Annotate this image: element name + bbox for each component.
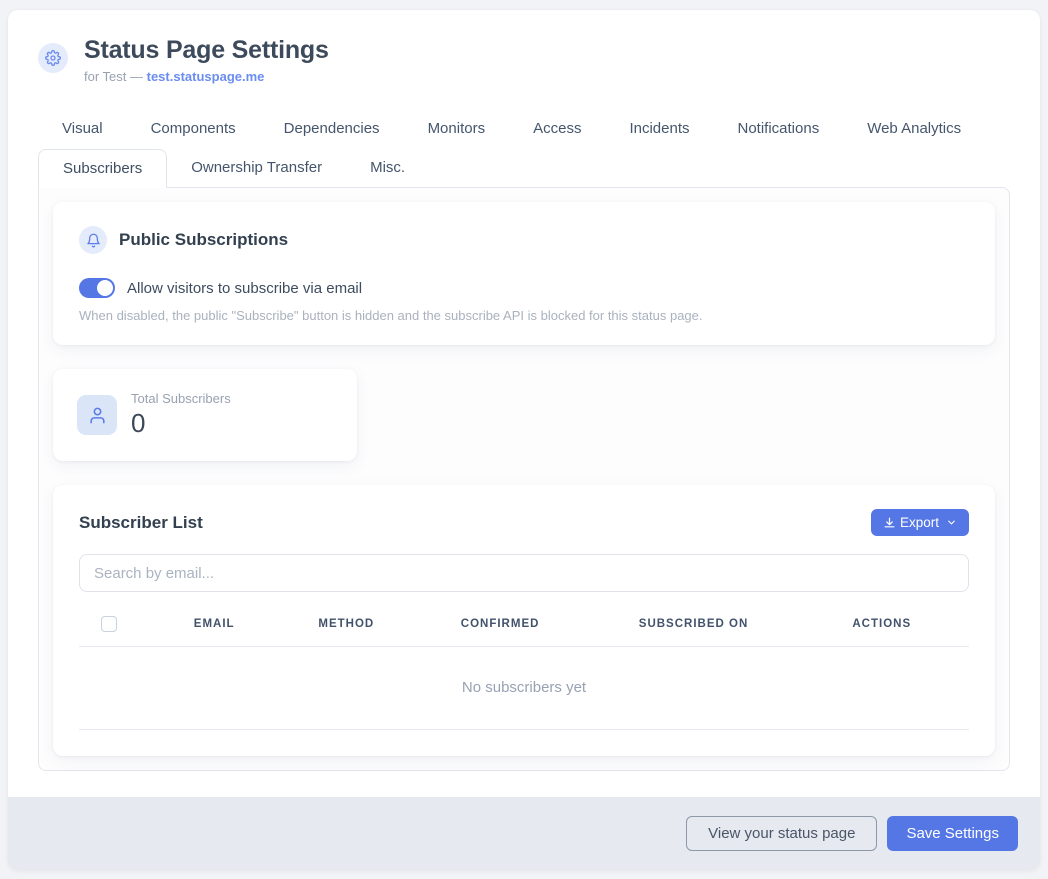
empty-state-message: No subscribers yet [79, 647, 969, 730]
subscribe-toggle-row: Allow visitors to subscribe via email [79, 278, 969, 298]
user-icon [77, 395, 117, 435]
gear-icon [38, 43, 68, 73]
tabs-row-2: Subscribers Ownership Transfer Misc. [38, 149, 1010, 187]
col-header-method: METHOD [310, 602, 452, 647]
download-icon [883, 516, 896, 529]
total-subscribers-text: Total Subscribers 0 [131, 391, 231, 439]
search-input[interactable] [79, 554, 969, 592]
tab-web-analytics[interactable]: Web Analytics [843, 110, 985, 147]
public-subscriptions-card: Public Subscriptions Allow visitors to s… [53, 202, 995, 345]
tab-misc[interactable]: Misc. [346, 149, 429, 187]
page-subtitle: for Test — test.statuspage.me [84, 69, 329, 84]
public-subscriptions-title: Public Subscriptions [119, 230, 288, 250]
subscribers-table: EMAIL METHOD CONFIRMED SUBSCRIBED ON ACT… [79, 602, 969, 730]
bell-icon [79, 226, 107, 254]
empty-state-row: No subscribers yet [79, 647, 969, 730]
subscribers-tab-panel: Public Subscriptions Allow visitors to s… [38, 187, 1010, 771]
settings-page-card: Status Page Settings for Test — test.sta… [8, 10, 1040, 870]
table-header-row: EMAIL METHOD CONFIRMED SUBSCRIBED ON ACT… [79, 602, 969, 647]
col-header-confirmed: CONFIRMED [453, 602, 631, 647]
subscriber-list-title: Subscriber List [79, 513, 203, 533]
tab-incidents[interactable]: Incidents [605, 110, 713, 147]
page-title: Status Page Settings [84, 36, 329, 65]
tab-components[interactable]: Components [127, 110, 260, 147]
subscriber-list-header: Subscriber List Export [79, 509, 969, 536]
col-header-subscribed-on: SUBSCRIBED ON [631, 602, 845, 647]
tab-access[interactable]: Access [509, 110, 605, 147]
export-button[interactable]: Export [871, 509, 969, 536]
tab-monitors[interactable]: Monitors [404, 110, 510, 147]
subscribe-helper-text: When disabled, the public "Subscribe" bu… [79, 308, 969, 323]
public-subscriptions-header: Public Subscriptions [79, 226, 969, 254]
tab-dependencies[interactable]: Dependencies [260, 110, 404, 147]
toggle-knob [97, 280, 113, 296]
subscribe-toggle-label: Allow visitors to subscribe via email [127, 280, 362, 297]
table-bottom-spacer [79, 730, 969, 752]
tabs-container: Visual Components Dependencies Monitors … [8, 102, 1040, 187]
total-subscribers-card: Total Subscribers 0 [53, 369, 357, 461]
tab-visual[interactable]: Visual [38, 110, 127, 147]
export-button-label: Export [900, 515, 939, 530]
save-settings-button[interactable]: Save Settings [887, 816, 1018, 851]
page-header: Status Page Settings for Test — test.sta… [8, 10, 1040, 102]
page-header-text: Status Page Settings for Test — test.sta… [84, 36, 329, 84]
tab-ownership-transfer[interactable]: Ownership Transfer [167, 149, 346, 187]
subtitle-prefix: for Test — [84, 69, 147, 84]
tab-subscribers[interactable]: Subscribers [38, 149, 167, 188]
view-status-page-button[interactable]: View your status page [686, 816, 877, 851]
col-header-email: EMAIL [186, 602, 311, 647]
status-page-link[interactable]: test.statuspage.me [147, 69, 265, 84]
tab-notifications[interactable]: Notifications [714, 110, 844, 147]
total-subscribers-label: Total Subscribers [131, 391, 231, 406]
tabs-row-1: Visual Components Dependencies Monitors … [38, 110, 1010, 147]
select-all-checkbox[interactable] [101, 616, 117, 632]
subscriber-list-card: Subscriber List Export [53, 485, 995, 756]
chevron-down-icon [946, 517, 957, 528]
subscribe-toggle[interactable] [79, 278, 115, 298]
footer-action-bar: View your status page Save Settings [8, 797, 1040, 870]
col-header-actions: ACTIONS [844, 602, 969, 647]
total-subscribers-value: 0 [131, 408, 231, 439]
